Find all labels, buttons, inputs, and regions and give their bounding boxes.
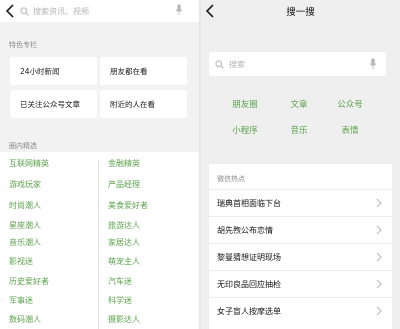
- trending-item-label: 无印良品回应抽检: [217, 280, 281, 289]
- trending-item[interactable]: 女子盲人按摩选单: [209, 297, 392, 324]
- search-icon: [215, 59, 224, 69]
- feature-followed-articles[interactable]: 已关注公众号文章: [10, 90, 97, 118]
- trending-item-label: 胡先煦公布恋情: [217, 226, 273, 235]
- interest-item[interactable]: 家居达人: [108, 237, 140, 248]
- microphone-icon[interactable]: [175, 4, 183, 16]
- chevron-right-icon: [376, 279, 382, 289]
- interest-item[interactable]: 时尚潮人: [9, 200, 41, 211]
- trending-list: 微信热点 瑞典首相面临下台 胡先煦公布恋情 黎曼猜想证明现场 无印良品回应抽检 …: [209, 164, 392, 329]
- interests-title: 圈内精选: [9, 142, 37, 150]
- interest-item[interactable]: 金融精英: [108, 158, 140, 169]
- back-arrow-icon[interactable]: [5, 4, 15, 18]
- feature-friends-watching[interactable]: 朋友都在看: [100, 57, 187, 85]
- chevron-right-icon: [376, 252, 382, 262]
- interest-item[interactable]: 科学迷: [108, 295, 132, 306]
- category-stickers[interactable]: 表情: [325, 124, 375, 136]
- interest-item[interactable]: 摄影达人: [108, 314, 140, 325]
- search-input[interactable]: 搜索: [209, 52, 386, 76]
- interest-item[interactable]: 产品经理: [108, 179, 140, 190]
- interest-item[interactable]: 美食爱好者: [108, 200, 148, 211]
- interest-item[interactable]: 萌宠主人: [108, 256, 140, 267]
- features-title: 特色专栏: [9, 41, 37, 49]
- feature-news-24h[interactable]: 24小时新闻: [10, 57, 97, 85]
- trending-title: 微信热点: [217, 175, 245, 183]
- interest-item[interactable]: 影视迷: [9, 256, 33, 267]
- trending-item[interactable]: 胡先煦公布恋情: [209, 216, 392, 243]
- search-panel: 搜一搜 搜索 朋友圈 文章 公众号 小程序 音乐 表情 微信热点 瑞典首相面临下…: [201, 0, 400, 329]
- chevron-right-icon: [376, 306, 382, 316]
- search-placeholder: 搜索: [229, 59, 245, 69]
- category-articles[interactable]: 文章: [274, 98, 324, 110]
- trending-item[interactable]: 无印良品回应抽检: [209, 270, 392, 297]
- category-music[interactable]: 音乐: [274, 124, 324, 136]
- trending-item-label: 女子盲人按摩选单: [217, 307, 281, 316]
- discover-panel: 搜索资讯、视频 特色专栏 24小时新闻 朋友都在看 已关注公众号文章 附近的人在…: [0, 0, 199, 329]
- interests-divider: [98, 160, 99, 329]
- interest-item[interactable]: 互联网精英: [9, 158, 49, 169]
- interest-item[interactable]: 历史爱好者: [9, 276, 49, 287]
- search-placeholder: 搜索资讯、视频: [33, 6, 89, 16]
- interest-item[interactable]: 数码潮人: [9, 314, 41, 325]
- page-title: 搜一搜: [286, 7, 315, 18]
- interest-item[interactable]: 游戏玩家: [9, 179, 41, 190]
- category-official-accounts[interactable]: 公众号: [325, 98, 375, 110]
- chevron-right-icon: [376, 225, 382, 235]
- trending-item[interactable]: 瑞典首相面临下台: [209, 189, 392, 216]
- interest-item[interactable]: 汽车迷: [108, 276, 132, 287]
- microphone-icon[interactable]: [369, 58, 377, 70]
- search-bar: 搜索资讯、视频: [0, 0, 199, 22]
- trending-item[interactable]: 黎曼猜想证明现场: [209, 243, 392, 270]
- trending-item-label: 瑞典首相面临下台: [217, 199, 281, 208]
- chevron-right-icon: [376, 198, 382, 208]
- interest-item[interactable]: 音乐潮人: [9, 237, 41, 248]
- interest-item[interactable]: 军事迷: [9, 295, 33, 306]
- category-moments[interactable]: 朋友圈: [220, 98, 270, 110]
- interest-item[interactable]: 星座潮人: [9, 220, 41, 231]
- search-icon: [20, 6, 29, 16]
- category-mini-programs[interactable]: 小程序: [220, 124, 270, 136]
- search-input[interactable]: 搜索资讯、视频: [20, 3, 190, 19]
- feature-nearby-watching[interactable]: 附近的人在看: [100, 90, 187, 118]
- trending-item-label: 黎曼猜想证明现场: [217, 253, 281, 262]
- interest-item[interactable]: 旅游达人: [108, 220, 140, 231]
